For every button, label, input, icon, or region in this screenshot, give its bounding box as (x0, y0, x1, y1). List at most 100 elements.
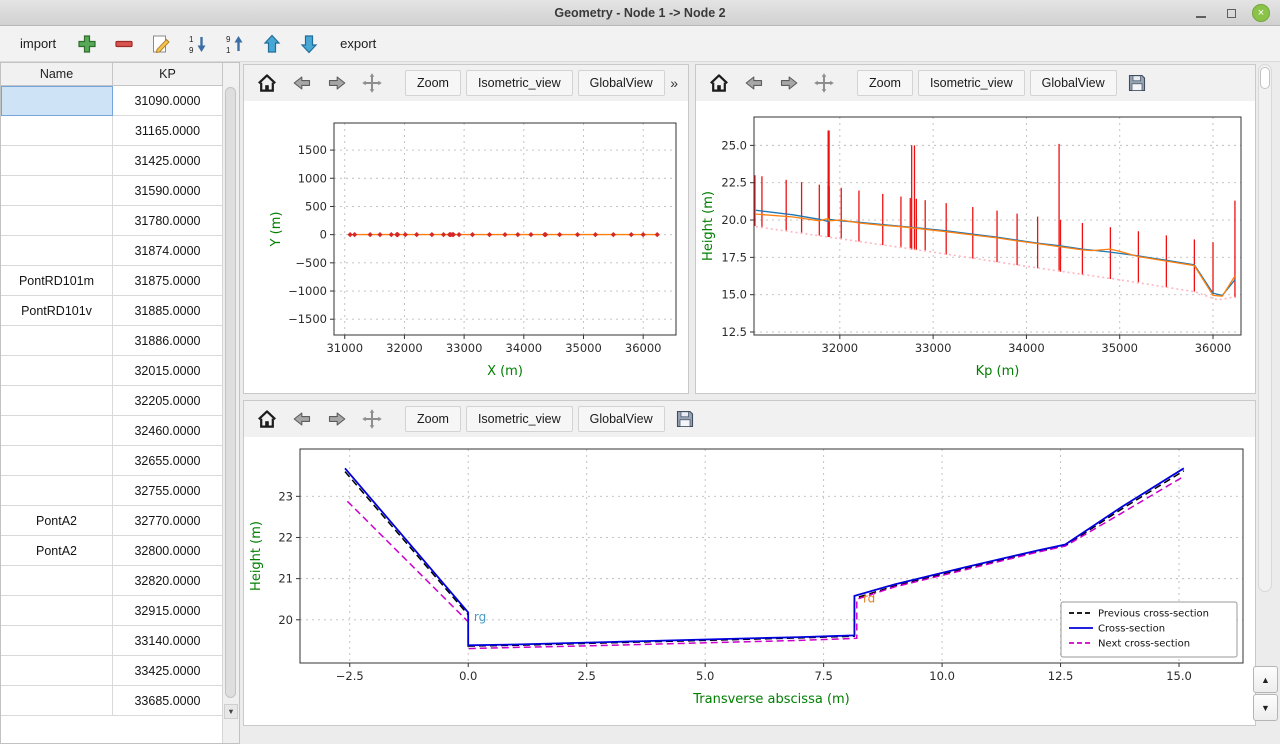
vertical-scrollbar[interactable] (1258, 64, 1272, 592)
global-view-button[interactable]: GlobalView (1030, 70, 1117, 96)
table-row[interactable]: 32655.0000 (1, 446, 223, 476)
kp-cell[interactable]: 32770.0000 (113, 506, 223, 536)
table-row[interactable]: 32820.0000 (1, 566, 223, 596)
table-row[interactable]: PontRD101m31875.0000 (1, 266, 223, 296)
table-scrollbar-thumb[interactable] (225, 87, 236, 698)
table-row[interactable]: 32015.0000 (1, 356, 223, 386)
kp-cell[interactable]: 32205.0000 (113, 386, 223, 416)
name-cell[interactable] (1, 416, 113, 446)
table-row[interactable]: 31590.0000 (1, 176, 223, 206)
zoom-button[interactable]: Zoom (405, 406, 461, 432)
table-row[interactable]: 31165.0000 (1, 116, 223, 146)
table-row[interactable]: PontA232800.0000 (1, 536, 223, 566)
table-row[interactable]: 31425.0000 (1, 146, 223, 176)
scroll-down-button[interactable]: ▼ (1253, 694, 1278, 721)
global-view-button[interactable]: GlobalView (578, 70, 665, 96)
name-cell[interactable] (1, 686, 113, 716)
back-button[interactable] (287, 69, 317, 97)
isometric-view-button[interactable]: Isometric_view (466, 70, 573, 96)
sort-ascending-button[interactable]: 91 (221, 30, 249, 58)
remove-cross-section-button[interactable] (110, 30, 138, 58)
move-down-button[interactable] (295, 30, 323, 58)
table-row[interactable]: 33425.0000 (1, 656, 223, 686)
title-bar[interactable]: Geometry - Node 1 -> Node 2 × (0, 0, 1280, 26)
home-button[interactable] (704, 69, 734, 97)
home-button[interactable] (252, 69, 282, 97)
import-button[interactable]: import (12, 32, 64, 55)
kp-cell[interactable]: 32755.0000 (113, 476, 223, 506)
kp-cell[interactable]: 31780.0000 (113, 206, 223, 236)
column-header-name[interactable]: Name (1, 63, 113, 86)
minimize-button[interactable] (1192, 4, 1210, 22)
name-cell[interactable] (1, 596, 113, 626)
table-row[interactable]: 31874.0000 (1, 236, 223, 266)
add-cross-section-button[interactable] (73, 30, 101, 58)
forward-button[interactable] (322, 69, 352, 97)
kp-cell[interactable]: 31874.0000 (113, 236, 223, 266)
name-cell[interactable] (1, 566, 113, 596)
save-button[interactable] (670, 405, 700, 433)
kp-cell[interactable]: 31875.0000 (113, 266, 223, 296)
table-row[interactable]: 33685.0000 (1, 686, 223, 716)
pan-button[interactable] (809, 69, 839, 97)
cross-section-figure[interactable]: −2.50.02.55.07.510.012.515.020212223Tran… (244, 437, 1255, 725)
back-button[interactable] (287, 405, 317, 433)
move-up-button[interactable] (258, 30, 286, 58)
pan-button[interactable] (357, 69, 387, 97)
name-cell[interactable] (1, 326, 113, 356)
name-cell[interactable]: PontRD101v (1, 296, 113, 326)
isometric-view-button[interactable]: Isometric_view (466, 406, 573, 432)
name-cell[interactable] (1, 236, 113, 266)
name-cell[interactable] (1, 626, 113, 656)
name-cell[interactable]: PontA2 (1, 506, 113, 536)
name-cell[interactable]: PontRD101m (1, 266, 113, 296)
kp-cell[interactable]: 32820.0000 (113, 566, 223, 596)
global-view-button[interactable]: GlobalView (578, 406, 665, 432)
table-row[interactable]: 32915.0000 (1, 596, 223, 626)
sort-descending-button[interactable]: 19 (184, 30, 212, 58)
name-cell[interactable] (1, 86, 113, 116)
kp-cell[interactable]: 31886.0000 (113, 326, 223, 356)
edit-button[interactable] (147, 30, 175, 58)
scroll-up-button[interactable]: ▲ (1253, 666, 1278, 693)
back-button[interactable] (739, 69, 769, 97)
plan-view-figure[interactable]: 310003200033000340003500036000−1500−1000… (244, 101, 688, 393)
profile-view-figure[interactable]: 320003300034000350003600012.515.017.520.… (696, 101, 1255, 393)
kp-cell[interactable]: 32015.0000 (113, 356, 223, 386)
name-cell[interactable]: PontA2 (1, 536, 113, 566)
table-row[interactable]: 31090.0000 (1, 86, 223, 116)
kp-cell[interactable]: 32655.0000 (113, 446, 223, 476)
pan-button[interactable] (357, 405, 387, 433)
table-scrollbar[interactable]: ▼ (222, 86, 239, 743)
zoom-button[interactable]: Zoom (857, 70, 913, 96)
forward-button[interactable] (774, 69, 804, 97)
name-cell[interactable] (1, 206, 113, 236)
name-cell[interactable] (1, 446, 113, 476)
vertical-scrollbar-thumb[interactable] (1260, 67, 1270, 89)
kp-cell[interactable]: 33685.0000 (113, 686, 223, 716)
kp-cell[interactable]: 33140.0000 (113, 626, 223, 656)
kp-cell[interactable]: 31590.0000 (113, 176, 223, 206)
zoom-button[interactable]: Zoom (405, 70, 461, 96)
kp-cell[interactable]: 32800.0000 (113, 536, 223, 566)
kp-cell[interactable]: 31090.0000 (113, 86, 223, 116)
table-row[interactable]: 31886.0000 (1, 326, 223, 356)
table-scroll-down-button[interactable]: ▼ (224, 704, 238, 719)
name-cell[interactable] (1, 146, 113, 176)
table-row[interactable]: 32755.0000 (1, 476, 223, 506)
table-row[interactable]: PontRD101v31885.0000 (1, 296, 223, 326)
kp-cell[interactable]: 31165.0000 (113, 116, 223, 146)
close-button[interactable]: × (1252, 4, 1270, 22)
toolbar-overflow-button[interactable]: » (670, 75, 680, 91)
name-cell[interactable] (1, 176, 113, 206)
table-row[interactable]: 33140.0000 (1, 626, 223, 656)
restore-button[interactable] (1222, 4, 1240, 22)
export-button[interactable]: export (332, 32, 384, 55)
isometric-view-button[interactable]: Isometric_view (918, 70, 1025, 96)
table-row[interactable]: PontA232770.0000 (1, 506, 223, 536)
forward-button[interactable] (322, 405, 352, 433)
kp-cell[interactable]: 32460.0000 (113, 416, 223, 446)
home-button[interactable] (252, 405, 282, 433)
kp-cell[interactable]: 32915.0000 (113, 596, 223, 626)
table-row[interactable]: 32205.0000 (1, 386, 223, 416)
